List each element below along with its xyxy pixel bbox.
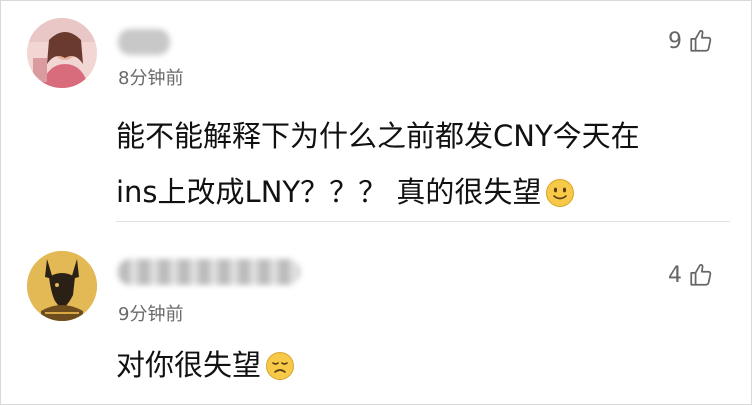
comment-text: 能不能解释下为什么之前都发CNY今天在 ins上改成LNY？？？ 真的很失望 (116, 108, 640, 220)
comment-text-line-with-emoji: ins上改成LNY？？？ 真的很失望 (116, 164, 640, 220)
username-blurred[interactable] (118, 259, 300, 285)
comment-text-line: 对你很失望 (116, 348, 262, 382)
comment-text-line-with-emoji: 对你很失望 (116, 337, 295, 393)
comment-time: 8分钟前 (118, 68, 184, 89)
avatar[interactable] (27, 251, 97, 321)
like-button[interactable]: 9 (668, 28, 714, 54)
username-blurred[interactable] (118, 29, 170, 55)
thumbs-up-icon (690, 30, 712, 52)
comment-text: 对你很失望 (116, 337, 295, 393)
avatar[interactable] (27, 18, 97, 88)
like-count: 4 (668, 262, 682, 288)
avatar-anubis-image (27, 251, 97, 321)
comment-item: 8分钟前 9 能不能解释下为什么之前都发CNY今天在 ins上改成LNY？？？ … (0, 0, 752, 222)
like-button[interactable]: 4 (668, 262, 714, 288)
sad-emoji-icon (266, 352, 295, 380)
comment-time: 9分钟前 (118, 304, 184, 325)
thumbs-up-icon (690, 264, 712, 286)
like-count: 9 (668, 28, 682, 54)
smile-emoji-icon (546, 179, 575, 207)
comment-text-line: 能不能解释下为什么之前都发CNY今天在 (116, 119, 640, 153)
comment-item: 9分钟前 4 对你很失望 (0, 222, 752, 405)
avatar-photo (27, 18, 97, 88)
comment-text-line: ins上改成LNY？？？ 真的很失望 (116, 175, 542, 209)
